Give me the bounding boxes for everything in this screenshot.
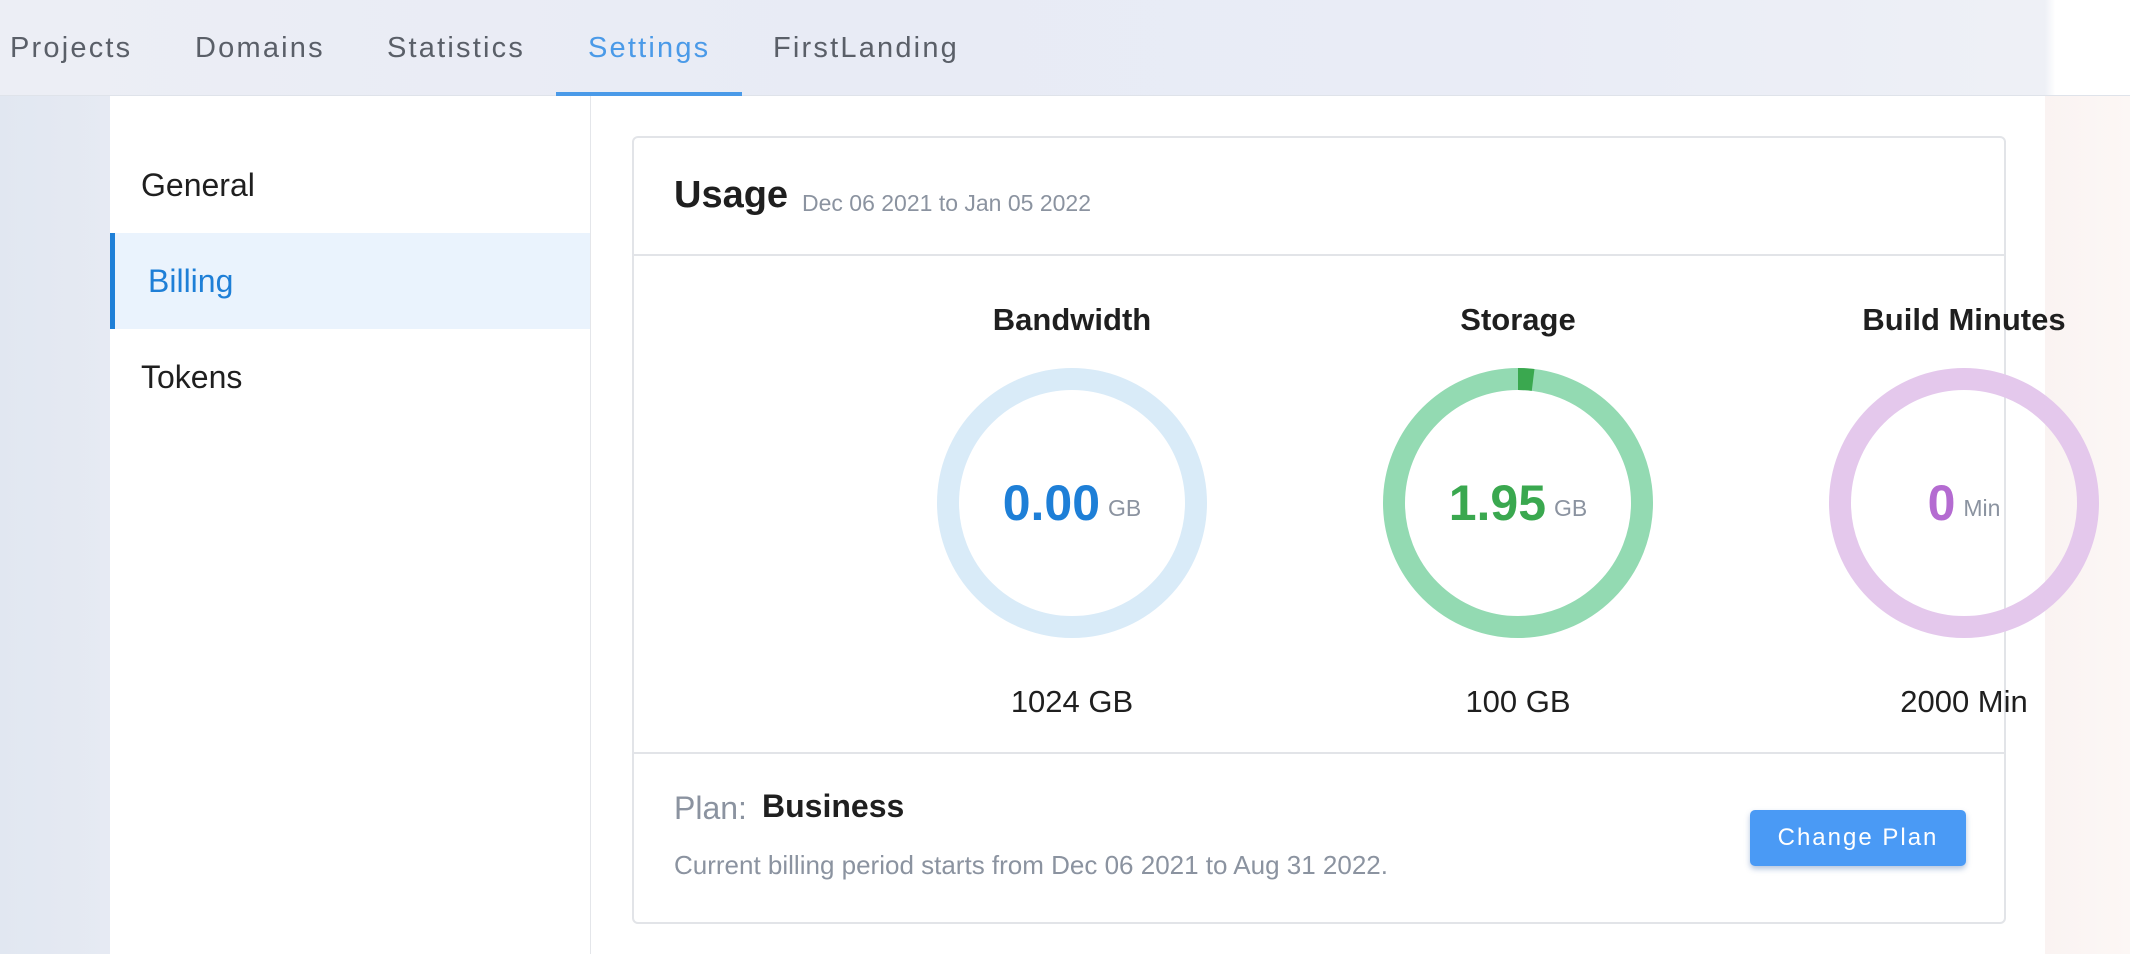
usage-card: Usage Dec 06 2021 to Jan 05 2022 Bandwid… [632,136,2099,924]
storage-usage-ring: 1.95 GB [1381,366,1655,640]
plan-name: Business [762,788,905,824]
storage-value: 1.95 [1448,475,1547,531]
metric-bandwidth: Bandwidth 0.00 GB 1024 GB [872,256,1272,756]
storage-limit: 100 GB [1465,684,1571,719]
plan-label: Plan: [674,790,747,826]
metric-title: Bandwidth [992,302,1152,337]
top-nav: Projects Domains Statistics Settings Fir… [0,0,2130,96]
billing-period-text: Current billing period starts from Dec 0… [674,850,1388,880]
change-plan-button[interactable]: Change Plan [1750,810,1966,866]
tab-statistics[interactable]: Statistics [387,0,525,96]
build-minutes-unit: Min [1963,494,2001,521]
bandwidth-usage-ring: 0.00 GB [935,366,1209,640]
plan-section: Plan: Business Current billing period st… [634,752,2004,924]
bandwidth-unit: GB [1108,494,1142,521]
metric-title: Build Minutes [1862,302,2066,337]
bandwidth-value: 0.00 [1002,475,1101,531]
usage-title: Usage [674,174,789,216]
settings-sidebar: General Billing Tokens [110,96,591,954]
bandwidth-limit: 1024 GB [1010,684,1134,719]
usage-card-header: Usage Dec 06 2021 to Jan 05 2022 [634,138,2004,256]
usage-date-range: Dec 06 2021 to Jan 05 2022 [802,190,1092,216]
sidebar-item-billing[interactable]: Billing [110,233,590,329]
sidebar-item-general[interactable]: General [110,137,590,233]
build-minutes-value: 0 [1927,475,1956,531]
metric-title: Storage [1460,302,1576,337]
tab-firstlanding[interactable]: FirstLanding [773,0,959,96]
ring-value: 0 Min [1827,366,2101,640]
page: Projects Domains Statistics Settings Fir… [0,0,2130,954]
storage-unit: GB [1554,494,1588,521]
metric-build-minutes: Build Minutes 0 Min 2000 Min [1764,256,2130,756]
tab-settings[interactable]: Settings [588,0,710,96]
metric-storage: Storage 1.95 GB 100 GB [1318,256,1718,756]
tab-domains[interactable]: Domains [195,0,325,96]
sidebar-item-tokens[interactable]: Tokens [110,329,590,425]
ring-value: 1.95 GB [1381,366,1655,640]
build-minutes-limit: 2000 Min [1900,684,2028,719]
build-minutes-usage-ring: 0 Min [1827,366,2101,640]
tab-projects[interactable]: Projects [10,0,132,96]
ring-value: 0.00 GB [935,366,1209,640]
